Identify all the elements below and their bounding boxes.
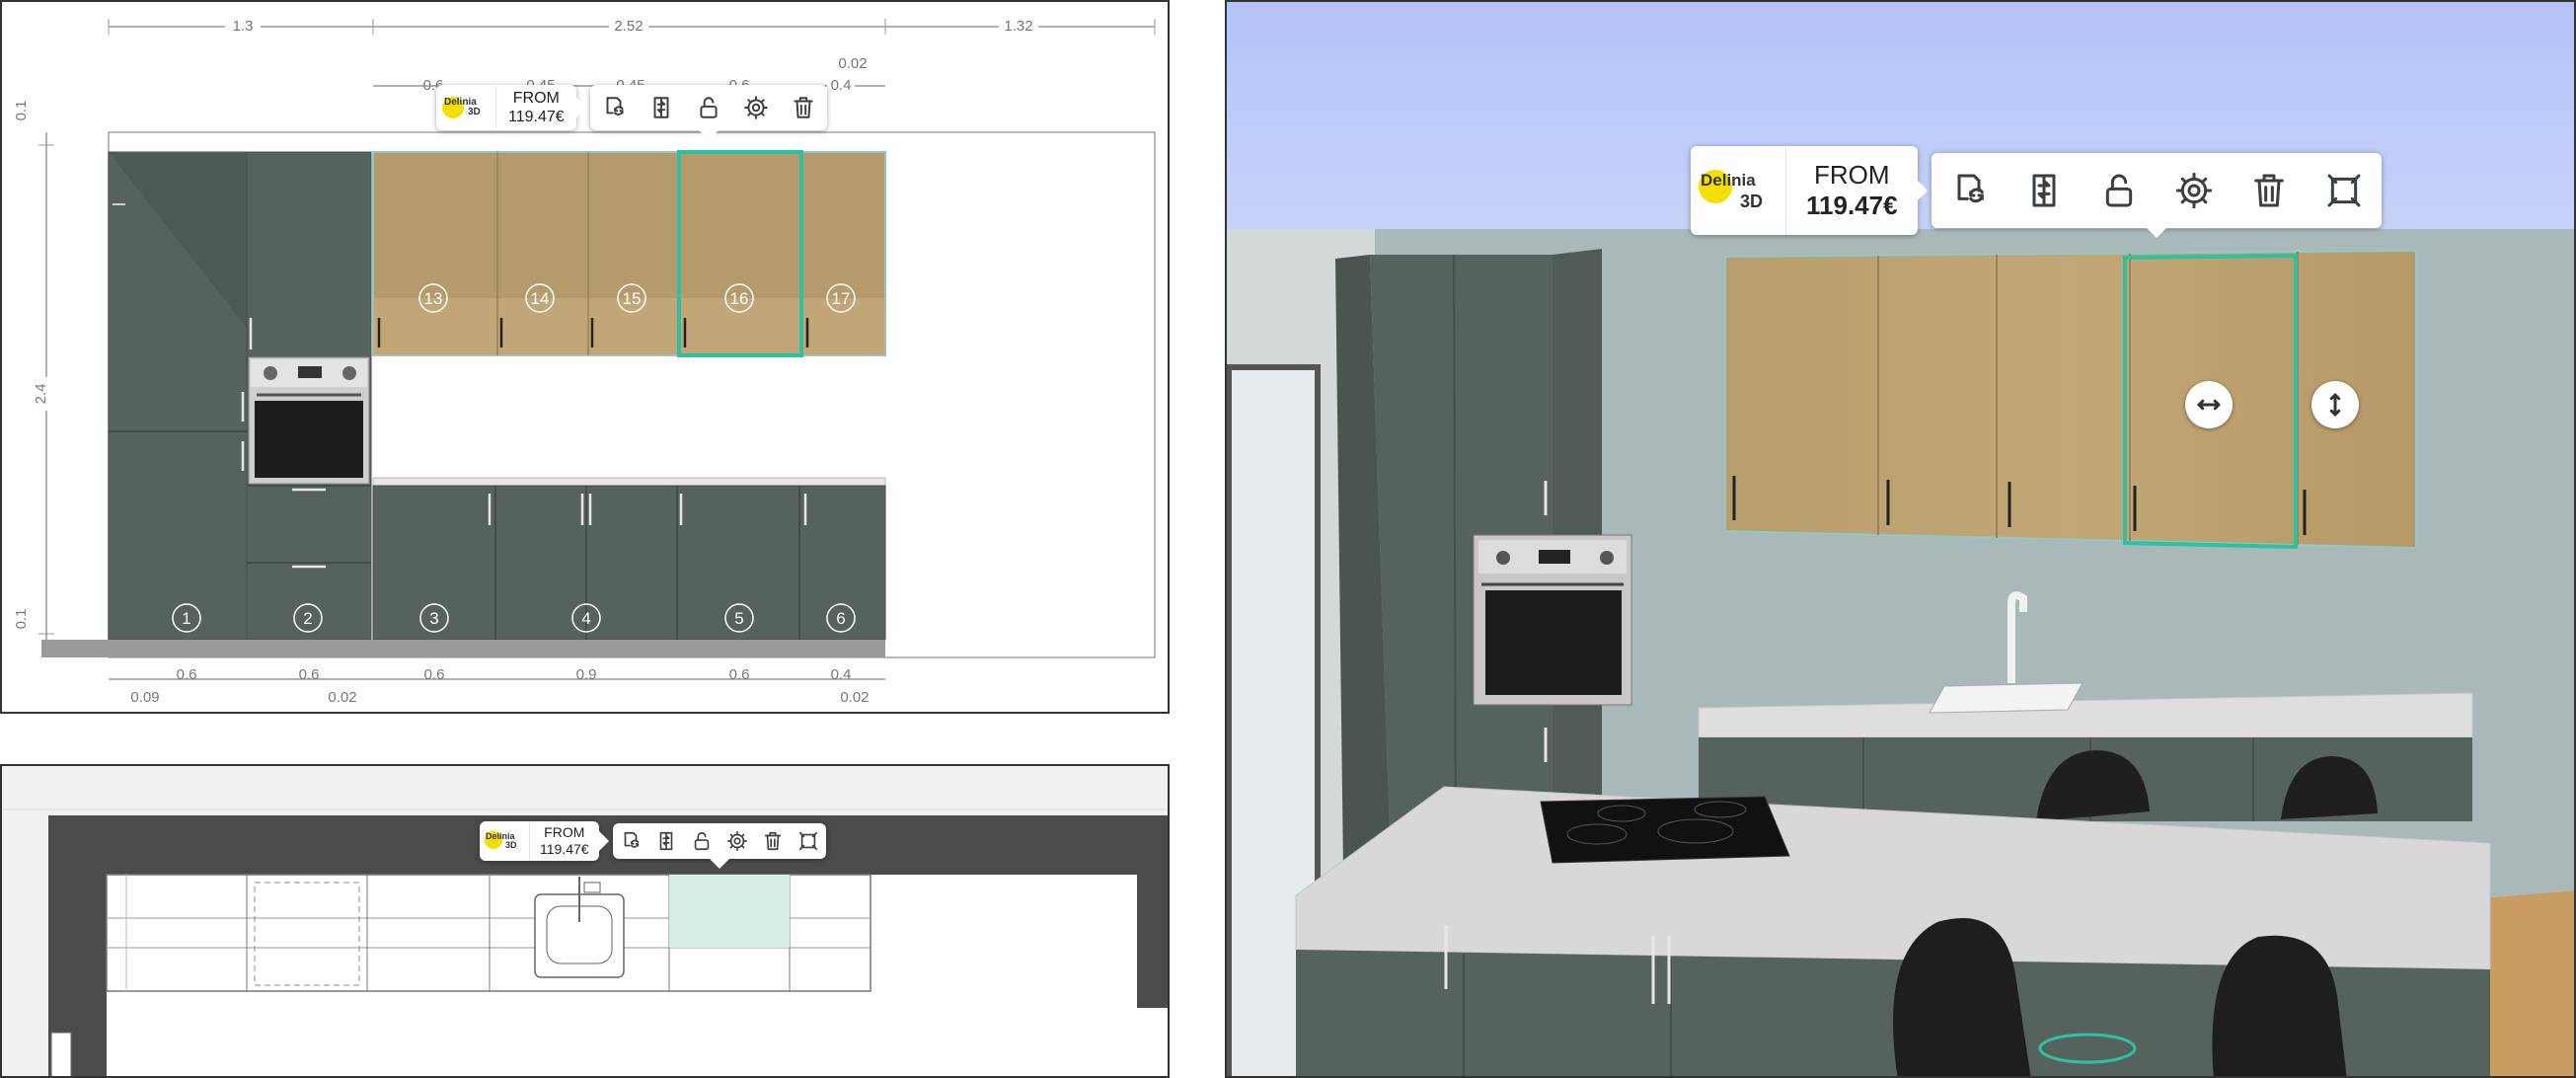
dim-top-1: 1.3 — [233, 18, 254, 35]
replace-icon — [1957, 174, 1984, 203]
unlock-icon — [2105, 174, 2132, 207]
move-vertical-icon — [2329, 393, 2341, 417]
replace-button[interactable] — [1932, 153, 2007, 228]
dim-upper-5: 0.4 — [831, 77, 852, 94]
cabinet-toolbar — [589, 85, 827, 141]
swap-side-button[interactable] — [638, 85, 685, 130]
swap-side-icon — [2032, 174, 2056, 207]
trash-icon — [2253, 174, 2284, 207]
swap-side-button[interactable] — [648, 823, 684, 859]
front-elevation-view[interactable]: 1.3 2.52 1.32 0.6 0.45 0.45 0.6 0.4 0.02… — [0, 0, 1170, 714]
trash-icon — [764, 831, 781, 850]
delete-button[interactable] — [755, 823, 791, 859]
cabinet-number[interactable]: 1 — [182, 609, 190, 628]
cabinet-popup: Delinia 3D FROM 119.47€ — [436, 85, 827, 141]
price-label: FROM 119.47€ — [508, 90, 565, 126]
cabinet-number[interactable]: 2 — [303, 609, 312, 628]
unlock-button[interactable] — [684, 823, 720, 859]
move-horizontal-handle[interactable] — [2185, 381, 2233, 428]
price-label: FROM 119.47€ — [540, 824, 589, 857]
gear-icon — [743, 96, 768, 119]
swap-side-icon — [653, 97, 669, 118]
gear-icon — [2175, 172, 2212, 209]
sink-3d — [1929, 682, 2084, 714]
3d-view[interactable]: Delinia 3D FROM 119.47€ — [1225, 0, 2576, 1078]
cabinet-popup: Delinia 3D FROM 119.47€ — [480, 821, 826, 869]
cabinet-number[interactable]: 6 — [836, 609, 845, 628]
price-card[interactable]: Delinia 3D FROM 119.47€ — [436, 85, 586, 131]
price-label: FROM 119.47€ — [1806, 159, 1898, 220]
base-cabinets[interactable] — [372, 485, 886, 641]
settings-button[interactable] — [720, 823, 755, 859]
delinia-logo: Delinia 3D — [1691, 146, 1786, 235]
delete-button[interactable] — [2232, 153, 2307, 228]
resize-button[interactable] — [2307, 153, 2382, 228]
cabinet-popup: Delinia 3D FROM 119.47€ — [1691, 146, 2382, 238]
cabinet-number[interactable]: 5 — [734, 609, 743, 628]
counter-plan[interactable] — [106, 874, 871, 992]
cabinet-number[interactable]: 3 — [429, 609, 438, 628]
unlock-icon — [694, 831, 709, 850]
replace-button[interactable] — [590, 85, 638, 130]
price-card[interactable]: Delinia 3D FROM 119.47€ — [1691, 146, 1928, 235]
dim-bottom-2: 0.6 — [299, 666, 320, 683]
dim-bottom-5: 0.6 — [729, 666, 750, 683]
cabinet-number[interactable]: 14 — [531, 289, 550, 308]
trash-icon — [794, 97, 813, 118]
delinia-logo: Delinia 3D — [480, 821, 530, 860]
cabinet-number[interactable]: 16 — [730, 289, 749, 308]
dim-bottom-3: 0.6 — [424, 666, 445, 683]
dim-bottom-small-1: 0.09 — [130, 689, 159, 706]
top-plan-view[interactable]: Delinia 3D FROM 119.47€ — [0, 764, 1170, 1078]
upper-cabinets[interactable] — [372, 151, 886, 356]
move-vertical-handle[interactable] — [2311, 381, 2359, 428]
floor-plinth — [41, 640, 885, 657]
dim-bottom-4: 0.9 — [576, 666, 597, 683]
settings-button[interactable] — [732, 85, 780, 130]
gear-icon — [726, 830, 747, 851]
countertop — [372, 477, 886, 487]
settings-button[interactable] — [2157, 153, 2232, 228]
cabinet-toolbar — [612, 822, 826, 869]
cabinet-number[interactable]: 17 — [832, 289, 851, 308]
selected-cabinet-plan[interactable] — [669, 875, 790, 948]
unlock-button[interactable] — [2082, 153, 2157, 228]
fullscreen-icon — [2327, 174, 2361, 207]
dim-left-2: 2.4 — [33, 384, 49, 405]
dim-left-1: 0.1 — [13, 101, 30, 121]
swap-side-button[interactable] — [2007, 153, 2082, 228]
unlock-icon — [700, 97, 718, 118]
dim-bottom-1: 0.6 — [177, 666, 197, 683]
cabinet-number[interactable]: 13 — [424, 289, 443, 308]
dim-left-3: 0.1 — [13, 609, 30, 630]
resize-button[interactable] — [791, 823, 826, 859]
move-horizontal-icon — [2197, 399, 2221, 411]
dim-bottom-small-2: 0.02 — [328, 689, 356, 706]
tall-cabinets-3d[interactable] — [1335, 249, 1632, 871]
dim-top-2: 2.52 — [614, 18, 643, 35]
dim-bottom-small-3: 0.02 — [840, 689, 869, 706]
replace-icon — [624, 831, 639, 848]
dim-bottom-6: 0.4 — [831, 666, 852, 683]
replace-button[interactable] — [613, 823, 648, 859]
fullscreen-icon — [798, 831, 817, 850]
cabinet-number[interactable]: 15 — [623, 289, 642, 308]
unlock-button[interactable] — [685, 85, 732, 130]
swap-side-icon — [659, 831, 672, 850]
replace-icon — [606, 97, 624, 116]
cabinet-number[interactable]: 4 — [581, 609, 590, 628]
cabinet-toolbar — [1931, 153, 2382, 238]
cooktop — [1540, 796, 1790, 864]
delete-button[interactable] — [780, 85, 827, 130]
delinia-logo: Delinia 3D — [436, 87, 496, 129]
dim-top-3: 1.32 — [1004, 18, 1032, 35]
price-card[interactable]: Delinia 3D FROM 119.47€ — [480, 821, 609, 861]
dim-upper-6: 0.02 — [838, 55, 867, 72]
